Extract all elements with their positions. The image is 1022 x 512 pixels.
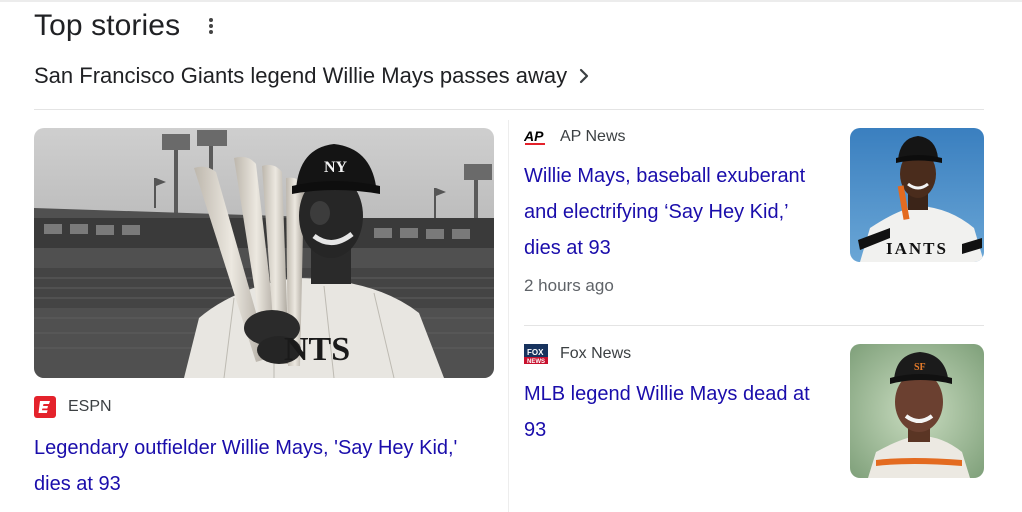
section-divider [34,109,984,110]
jersey-text: NTS [284,331,350,368]
lead-story-photo[interactable]: NY NTS [34,128,494,378]
more-options-icon[interactable] [206,16,216,36]
ap-logo-icon: AP [523,128,548,146]
svg-text:NEWS: NEWS [527,359,545,364]
svg-text:SF: SF [914,362,926,373]
ap-headline-link[interactable]: Willie Mays, baseball exuberant and elec… [524,158,814,266]
svg-text:AP: AP [524,128,544,144]
topic-link[interactable]: San Francisco Giants legend Willie Mays … [34,58,589,94]
source-name: AP News [560,128,626,145]
jersey-text: IANTS [886,239,948,258]
fox-source-row: FOX NEWS Fox News [524,344,814,365]
fox-headline-link[interactable]: MLB legend Willie Mays dead at 93 [524,376,814,448]
espn-logo-icon [34,396,56,418]
ap-source-row: AP AP News [523,128,814,146]
fox-news-logo-icon: FOX NEWS [524,344,548,365]
column-divider [508,120,509,512]
svg-text:FOX: FOX [527,348,544,357]
lead-headline-link[interactable]: Legendary outfielder Willie Mays, 'Say H… [34,430,494,502]
story-card-fox[interactable]: FOX NEWS Fox News MLB legend Willie Mays … [524,344,984,478]
source-name: ESPN [68,398,112,415]
section-title: Top stories [34,9,181,42]
chevron-right-icon [579,68,589,84]
top-border [0,0,1022,2]
story-card-ap[interactable]: AP AP News Willie Mays, baseball exubera… [523,128,984,296]
top-stories-header: Top stories [34,6,216,46]
story-timestamp: 2 hours ago [524,276,614,295]
svg-text:NY: NY [324,159,348,176]
lead-story-card[interactable]: NY NTS ESPN Legendary outfielder Willie … [34,128,494,502]
source-name: Fox News [560,345,632,362]
ap-story-thumbnail[interactable]: IANTS [850,128,984,262]
story-divider [524,325,984,326]
fox-story-thumbnail[interactable]: SF [850,344,984,478]
lead-source-row: ESPN [34,396,494,418]
topic-label: San Francisco Giants legend Willie Mays … [34,63,568,88]
